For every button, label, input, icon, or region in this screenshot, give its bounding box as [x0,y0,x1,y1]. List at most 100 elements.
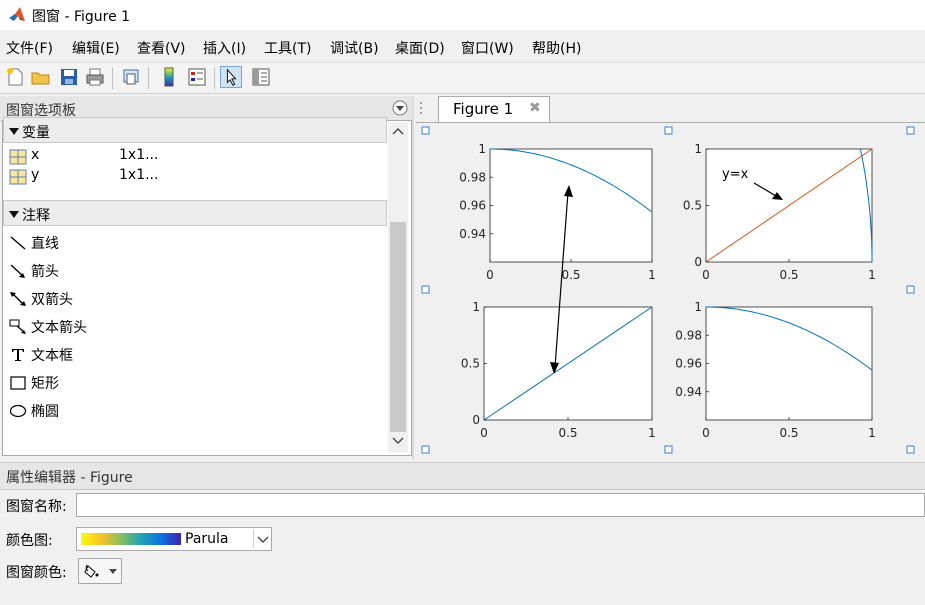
x-tick-label: 1 [868,426,876,440]
scroll-up-icon[interactable] [392,126,404,136]
colormap-label: 颜色图: [6,533,53,549]
chevron-down-icon[interactable] [253,530,272,548]
arrow-icon [10,264,25,278]
colorbar-icon[interactable] [158,66,180,88]
dropdown-arrow-icon[interactable] [109,569,117,575]
x-tick-label: 0.5 [561,268,580,282]
collapse-triangle-icon [9,128,19,135]
x-tick-label: 1 [648,268,656,282]
axes-top-right: 0 0.5 1 0 0.5 1 y=x [683,142,876,282]
annotation-label: 文本箭头 [31,320,87,336]
y-tick-label: 0.5 [683,199,702,213]
annotations-header-label: 注释 [22,208,50,224]
y-tick-label: 0 [694,255,702,269]
paint-bucket-icon [84,564,99,578]
colormap-value: Parula [185,531,229,547]
selection-handle [421,285,430,294]
menu-edit[interactable]: 编辑(E) [72,38,120,58]
annotation-label: 双箭头 [31,292,73,308]
variable-grid-icon [9,149,27,165]
save-icon[interactable] [58,66,80,88]
figure-color-button[interactable] [78,558,122,584]
axes-bottom-right: 0 0.5 1 0.94 0.96 0.98 1 [675,300,876,440]
window-title: 图窗 - Figure 1 [32,9,131,25]
legend-icon[interactable] [186,66,208,88]
menu-help[interactable]: 帮助(H) [532,38,581,58]
panel-menu-icon[interactable] [392,100,408,116]
selection-handle [421,445,430,454]
palette-panel: 变量 x 1x1... y 1x1... 注释 直线 箭头 双箭头 文本箭头 文… [2,117,412,456]
variable-name: x [31,147,40,163]
annotation-label: 直线 [31,236,59,252]
variable-name: y [31,167,40,183]
property-editor-icon[interactable] [250,66,272,88]
scroll-thumb[interactable] [390,222,406,432]
scroll-down-icon[interactable] [392,436,404,446]
print-icon[interactable] [84,66,106,88]
y-tick-label: 0 [472,413,480,427]
panel-splitter[interactable] [412,96,414,460]
y-tick-label: 0.94 [675,385,702,399]
new-file-icon[interactable] [4,66,26,88]
axes-box [489,148,653,263]
menu-file[interactable]: 文件(F) [6,38,53,58]
selection-handle [906,445,915,454]
y-tick-label: 0.98 [675,328,702,342]
x-tick-label: 1 [868,268,876,282]
variables-section-header[interactable]: 变量 [3,117,387,143]
drag-grip-icon[interactable] [418,100,424,116]
x-tick-label: 1 [648,426,656,440]
variable-grid-icon [9,169,27,185]
double-arrow-icon [10,292,26,306]
variables-header-label: 变量 [22,125,50,141]
menu-tools[interactable]: 工具(T) [264,38,311,58]
y-tick-label: 1 [694,142,702,156]
text-box-icon [12,349,24,361]
menu-debug[interactable]: 调试(B) [330,38,379,58]
line-icon [10,236,26,250]
colormap-select[interactable]: Parula [76,527,272,551]
toolbar-separator [214,67,215,89]
text-arrow-icon [9,319,26,334]
menu-window[interactable]: 窗口(W) [461,38,514,58]
annotation-label: 椭圆 [31,404,59,420]
x-tick-label: 0 [480,426,488,440]
open-folder-icon[interactable] [30,66,52,88]
menu-desktop[interactable]: 桌面(D) [395,38,445,58]
figure-name-input[interactable] [76,493,925,517]
figure-name-label: 图窗名称: [6,499,67,515]
annotation-label: 矩形 [31,376,59,392]
figure-color-label: 图窗颜色: [6,565,67,581]
collapse-triangle-icon [9,211,19,218]
tab-figure-1[interactable]: Figure 1 ✖ [438,96,550,122]
menu-insert[interactable]: 插入(I) [203,38,246,58]
selection-handle [421,126,430,135]
palette-scrollbar[interactable] [388,122,408,452]
menu-view[interactable]: 查看(V) [137,38,186,58]
selection-handle [906,285,915,294]
y-tick-label: 1 [694,300,702,314]
y-tick-label: 1 [478,142,486,156]
x-tick-label: 0.5 [558,426,577,440]
variable-value: 1x1... [119,147,159,163]
property-editor-header: 属性编辑器 - Figure [0,462,925,490]
x-tick-label: 0 [702,268,710,282]
y-tick-label: 0.94 [459,227,486,241]
close-icon[interactable]: ✖ [529,100,541,116]
y-tick-label: 0.5 [461,357,480,371]
ellipse-icon [9,404,27,418]
y-tick-label: 0.96 [675,357,702,371]
x-tick-label: 0 [702,426,710,440]
rectangle-icon [10,376,26,390]
axes-box [705,306,873,421]
annotations-section-header[interactable]: 注释 [3,200,387,226]
figure-plots[interactable]: 0 0.5 1 0.94 0.96 0.98 1 0 0.5 1 0 0.5 1 y=x 0 0.5 1 0 0.5… [416,123,925,461]
window-title-bar: 图窗 - Figure 1 [0,0,925,30]
toolbar [0,62,925,94]
x-tick-label: 0 [486,268,494,282]
figure-canvas[interactable]: 0 0.5 1 0.94 0.96 0.98 1 0 0.5 1 0 0.5 1 y=x 0 0.5 1 0 0.5… [416,122,925,461]
link-figure-icon[interactable] [120,66,142,88]
menu-bar: 文件(F) 编辑(E) 查看(V) 插入(I) 工具(T) 调试(B) 桌面(D… [0,32,925,60]
annotation-label: 文本框 [31,348,73,364]
select-pointer-icon[interactable] [220,66,242,88]
